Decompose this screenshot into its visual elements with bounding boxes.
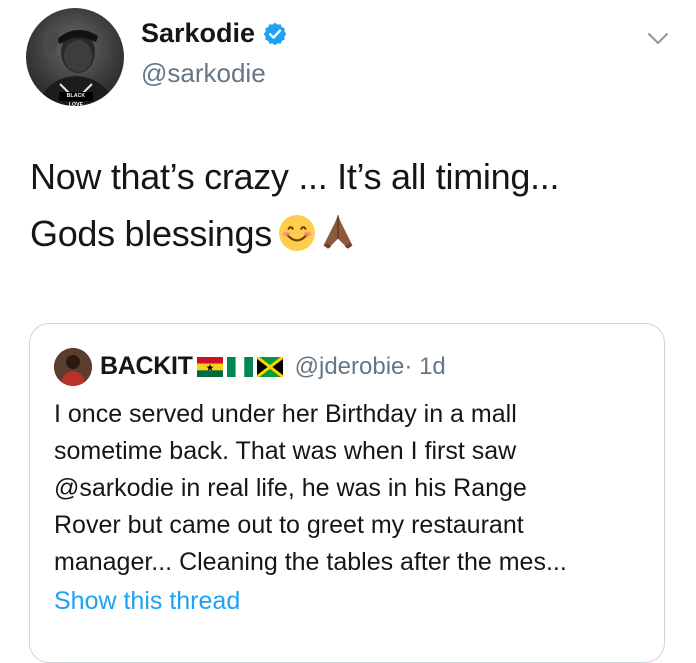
chevron-down-icon[interactable] <box>646 26 670 50</box>
quoted-author-handle[interactable]: @jderobie <box>295 353 405 381</box>
jamaica-flag-icon <box>255 355 284 378</box>
quoted-tweet-card[interactable]: BACKIT @jderobie · 1d I once served unde… <box>29 323 665 663</box>
avatar-caption: BLACK LOVE <box>66 93 86 106</box>
author-name-row[interactable]: Sarkodie <box>141 18 288 49</box>
tweet-text-line: Now that’s crazy ... It’s all timing... <box>30 156 560 197</box>
author-name[interactable]: Sarkodie <box>141 18 255 49</box>
folded-hands-icon <box>318 211 358 268</box>
quoted-tweet-timestamp[interactable]: · 1d <box>404 353 445 381</box>
author-handle[interactable]: @sarkodie <box>141 58 266 89</box>
author-avatar[interactable]: BLACK LOVE <box>26 8 124 106</box>
tweet: BLACK LOVE Sarkodie @sarkodie Now that’s… <box>0 0 696 663</box>
quoted-text-line: I once served under her Birthday in a ma… <box>54 400 517 428</box>
show-thread-link[interactable]: Show this thread <box>54 587 240 616</box>
tweet-text-line-with-emoji: Gods blessings <box>30 205 670 268</box>
quoted-text-line: manager... Cleaning the tables after the… <box>54 548 567 576</box>
quoted-tweet-header: BACKIT @jderobie · 1d <box>100 352 446 381</box>
quoted-tweet-text: I once served under her Birthday in a ma… <box>54 396 654 581</box>
quoted-text-line: Rover but came out to greet my restauran… <box>54 511 524 539</box>
quoted-author-avatar[interactable] <box>54 348 92 386</box>
quoted-text-line: @sarkodie in real life, he was in his Ra… <box>54 474 527 502</box>
quoted-author-name[interactable]: BACKIT <box>100 352 193 381</box>
smiling-face-icon <box>278 211 316 268</box>
nigeria-flag-icon <box>226 356 253 377</box>
verified-badge-icon <box>262 21 288 47</box>
tweet-text-line: Gods blessings <box>30 213 272 254</box>
ghana-flag-icon <box>196 356 223 377</box>
quoted-text-line: sometime back. That was when I first saw <box>54 437 517 465</box>
tweet-text: Now that’s crazy ... It’s all timing... … <box>30 148 670 268</box>
